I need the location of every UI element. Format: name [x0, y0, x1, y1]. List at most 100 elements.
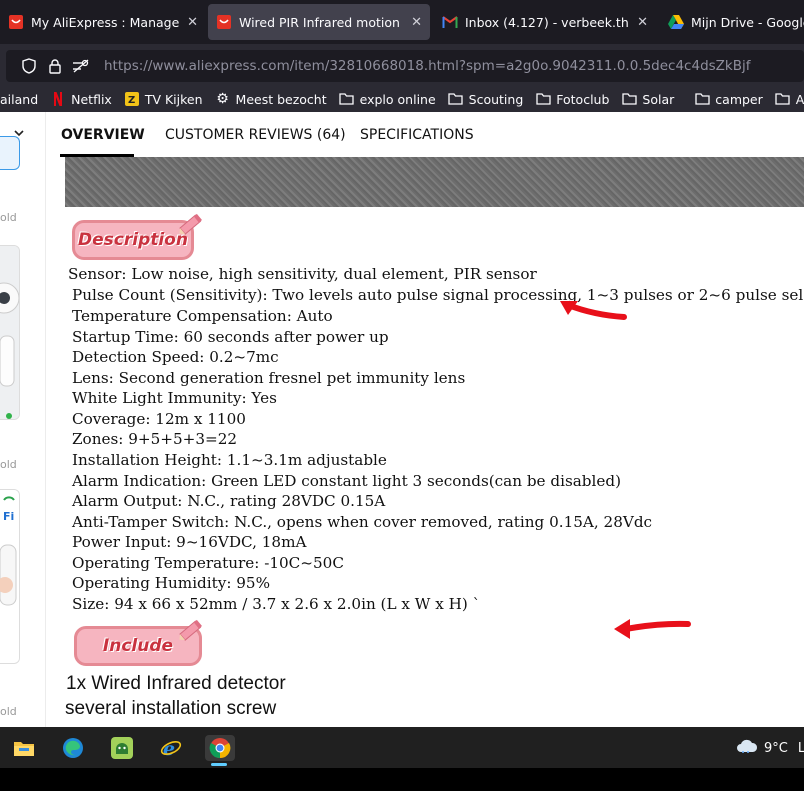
- include-item: several installation screw: [65, 698, 277, 719]
- gear-icon: ⚙: [216, 91, 229, 107]
- bookmark-label: Netflix: [71, 91, 112, 107]
- bookmark-label: Solar: [642, 91, 675, 107]
- spec-line: Installation Height: 1.1~3.1m adjustable: [72, 451, 387, 469]
- close-icon[interactable]: ✕: [187, 15, 198, 30]
- sold-count: old: [0, 705, 17, 718]
- permissions-icon[interactable]: [68, 59, 94, 73]
- spec-line: Power Input: 9~16VDC, 18mA: [72, 533, 307, 551]
- spec-line: Temperature Compensation: Auto: [72, 307, 333, 325]
- bookmark-tv-kijken[interactable]: Z TV Kijken: [124, 92, 203, 107]
- bookmark-label: Antenne: [795, 91, 804, 107]
- aliexpress-icon: [8, 14, 24, 30]
- bookmark-label: TV Kijken: [144, 91, 203, 107]
- recommendations-column: old old Fi old: [0, 112, 46, 727]
- product-image: [65, 157, 804, 207]
- spec-line: Alarm Output: N.C., rating 28VDC 0.15A: [72, 492, 386, 510]
- product-thumbnail[interactable]: [0, 245, 20, 420]
- bookmark-label: camper: [715, 91, 763, 107]
- spec-line: Detection Speed: 0.2~7mc: [72, 348, 279, 366]
- tab-title: Wired PIR Infrared motion detec: [239, 14, 403, 30]
- tab-strip: My AliExpress : Manage Orders ✕ Wired PI…: [0, 0, 804, 44]
- bookmark-camper[interactable]: camper: [694, 91, 763, 107]
- chevron-down-icon[interactable]: [14, 126, 24, 140]
- tab-google-drive[interactable]: Mijn Drive - Google Dr: [660, 4, 804, 40]
- bookmark-label: Fotoclub: [556, 91, 610, 107]
- folder-icon: [775, 92, 791, 106]
- edge-icon[interactable]: [60, 735, 86, 761]
- tab-specifications[interactable]: SPECIFICATIONS: [360, 127, 474, 143]
- navigation-toolbar: https://www.aliexpress.com/item/32810668…: [0, 44, 804, 86]
- bookmark-ailand[interactable]: ailand: [0, 92, 38, 107]
- tv-icon: Z: [124, 92, 140, 106]
- close-icon[interactable]: ✕: [637, 15, 648, 30]
- close-icon[interactable]: ✕: [411, 15, 422, 30]
- tab-overview[interactable]: OVERVIEW: [61, 127, 145, 143]
- product-thumbnail[interactable]: Fi: [0, 489, 20, 664]
- bookmark-label: ailand: [0, 91, 39, 107]
- red-arrow-annotation: [560, 301, 627, 320]
- screen-bottom-edge: [0, 768, 804, 791]
- bookmark-meest-bezocht[interactable]: ⚙ Meest bezocht: [215, 91, 327, 107]
- spec-line: Alarm Indication: Green LED constant lig…: [72, 472, 622, 490]
- bookmark-label: Meest bezocht: [235, 91, 327, 107]
- internet-explorer-icon[interactable]: e: [158, 735, 184, 761]
- folder-icon: [339, 92, 355, 106]
- bookmark-label: explo online: [359, 91, 436, 107]
- bookmark-solar[interactable]: Solar: [621, 92, 674, 107]
- bookmark-netflix[interactable]: Netflix: [50, 92, 112, 107]
- android-app-icon[interactable]: [109, 735, 135, 761]
- spec-line: White Light Immunity: Yes: [72, 389, 277, 407]
- tab-title: Inbox (4.127) - verbeek.thijs@gn: [465, 14, 629, 30]
- weather-temperature: 9°C: [764, 740, 788, 756]
- chrome-icon[interactable]: [205, 735, 235, 766]
- weather-extra: L: [797, 740, 804, 756]
- shield-icon[interactable]: [16, 58, 42, 74]
- pencil-icon: [179, 213, 202, 235]
- spec-line: Anti-Tamper Switch: N.C., opens when cov…: [72, 513, 653, 531]
- gmail-icon: [442, 14, 458, 30]
- folder-icon: [621, 92, 637, 106]
- sold-count: old: [0, 211, 17, 224]
- page-content: old old Fi old OVERVIEW CUSTOMER REVIEWS…: [0, 112, 804, 727]
- include-item: 1x Wired Infrared detector: [66, 673, 286, 694]
- folder-icon: [694, 92, 710, 106]
- bookmark-scouting[interactable]: Scouting: [448, 91, 524, 107]
- pencil-icon: [179, 619, 202, 641]
- tab-gmail[interactable]: Inbox (4.127) - verbeek.thijs@gn ✕: [434, 4, 656, 40]
- netflix-icon: [50, 92, 66, 106]
- folder-icon: [535, 92, 551, 106]
- bookmark-label: Scouting: [468, 91, 524, 107]
- file-explorer-icon[interactable]: [11, 735, 37, 761]
- spec-line: Operating Temperature: -10C~50C: [72, 554, 344, 572]
- folder-icon: [448, 92, 464, 106]
- description-section: Description Sensor: Low noise, high sens…: [46, 207, 804, 727]
- url-text[interactable]: https://www.aliexpress.com/item/32810668…: [104, 58, 751, 74]
- red-arrow-annotation: [614, 619, 691, 639]
- bookmark-explo-online[interactable]: explo online: [339, 92, 436, 107]
- tab-customer-reviews[interactable]: CUSTOMER REVIEWS (64): [165, 127, 346, 143]
- svg-text:e: e: [163, 738, 175, 759]
- aliexpress-icon: [216, 14, 232, 30]
- spec-line: Sensor: Low noise, high sensitivity, dua…: [68, 265, 537, 283]
- spec-line: Zones: 9+5+5+3=22: [72, 430, 238, 448]
- windows-taskbar: e 9°C L: [0, 727, 804, 768]
- tab-manage-orders[interactable]: My AliExpress : Manage Orders ✕: [0, 4, 206, 40]
- product-tabs: OVERVIEW CUSTOMER REVIEWS (64) SPECIFICA…: [0, 112, 804, 158]
- bookmark-antenne[interactable]: Antenne: [775, 92, 804, 107]
- google-drive-icon: [668, 14, 684, 30]
- address-bar[interactable]: https://www.aliexpress.com/item/32810668…: [6, 50, 804, 82]
- bookmarks-toolbar: ailand Netflix Z TV Kijken ⚙ Meest bezoc…: [0, 86, 804, 112]
- tab-product[interactable]: Wired PIR Infrared motion detec ✕: [208, 4, 430, 40]
- spec-line: Coverage: 12m x 1100: [72, 410, 246, 428]
- lock-icon[interactable]: [42, 58, 68, 74]
- weather-widget[interactable]: 9°C L: [736, 739, 804, 757]
- svg-text:Fi: Fi: [3, 510, 14, 523]
- spec-line: Startup Time: 60 seconds after power up: [72, 328, 389, 346]
- bookmark-fotoclub[interactable]: Fotoclub: [535, 92, 609, 107]
- cloud-icon: [736, 739, 758, 757]
- spec-line: Operating Humidity: 95%: [72, 574, 271, 592]
- tab-title: Mijn Drive - Google Dr: [691, 14, 804, 30]
- spec-line: Pulse Count (Sensitivity): Two levels au…: [72, 286, 804, 304]
- spec-line: Lens: Second generation fresnel pet immu…: [72, 369, 466, 387]
- sold-count: old: [0, 458, 17, 471]
